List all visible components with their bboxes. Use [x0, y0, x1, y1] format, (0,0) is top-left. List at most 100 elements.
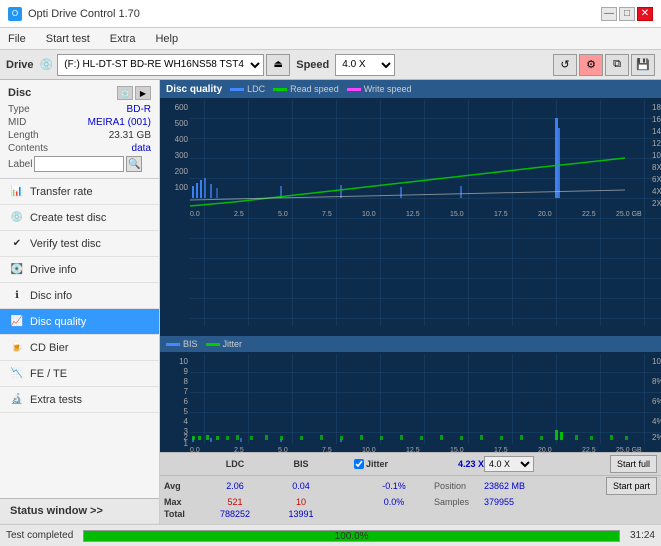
svg-text:1: 1: [184, 439, 189, 448]
svg-text:7.5: 7.5: [322, 211, 332, 218]
nav-status-window[interactable]: Status window >>: [0, 498, 159, 524]
svg-text:10X: 10X: [652, 151, 661, 160]
svg-text:17.5: 17.5: [494, 211, 508, 218]
copy-button[interactable]: ⧉: [605, 54, 629, 76]
legend-ldc: LDC: [230, 84, 265, 94]
close-button[interactable]: ✕: [637, 7, 653, 21]
status-bar: Test completed 100.0% 31:24: [0, 524, 661, 546]
nav-fe-te-label: FE / TE: [30, 368, 67, 380]
jitter-checkbox[interactable]: [354, 459, 364, 469]
samples-label: Samples: [434, 497, 484, 507]
menu-help[interactable]: Help: [151, 31, 182, 47]
disc-label-input[interactable]: [34, 156, 124, 172]
disc-icon-2[interactable]: ▶: [135, 86, 151, 100]
svg-text:18X: 18X: [652, 103, 661, 112]
svg-text:100: 100: [175, 183, 189, 192]
nav-extra-tests-label: Extra tests: [30, 394, 82, 406]
menu-file[interactable]: File: [4, 31, 30, 47]
main-layout: Disc 💿 ▶ Type BD-R MID MEIRA1 (001) Leng…: [0, 80, 661, 524]
chart-legend-top: LDC Read speed Write speed: [230, 84, 411, 94]
nav-extra-tests[interactable]: 🔬 Extra tests: [0, 387, 159, 413]
menu-start-test[interactable]: Start test: [42, 31, 94, 47]
svg-text:2.5: 2.5: [234, 211, 244, 218]
svg-text:7.5: 7.5: [322, 447, 332, 452]
max-jitter: 0.0%: [354, 497, 434, 507]
jitter-header-container: Jitter: [354, 459, 434, 469]
legend-read-speed: Read speed: [273, 84, 339, 94]
disc-length-label: Length: [8, 130, 39, 141]
disc-section: Disc 💿 ▶ Type BD-R MID MEIRA1 (001) Leng…: [0, 80, 159, 179]
svg-text:8X: 8X: [652, 163, 661, 172]
drive-bar: Drive 💿 (F:) HL-DT-ST BD-RE WH16NS58 TST…: [0, 50, 661, 80]
svg-text:4X: 4X: [652, 187, 661, 196]
avg-ldc: 2.06: [202, 481, 268, 491]
bis-color: [166, 343, 180, 346]
speed-target-select[interactable]: 4.0 X: [484, 456, 534, 472]
svg-text:10.0: 10.0: [362, 211, 376, 218]
create-test-disc-icon: 💿: [10, 211, 24, 225]
nav-cd-bier-label: CD Bier: [30, 342, 69, 354]
nav-fe-te[interactable]: 📉 FE / TE: [0, 361, 159, 387]
disc-section-title: Disc: [8, 87, 31, 99]
svg-text:6: 6: [184, 397, 189, 406]
write-speed-color: [347, 88, 361, 91]
disc-quality-icon: 📈: [10, 315, 24, 329]
avg-jitter: -0.1%: [354, 481, 434, 491]
title-bar: O Opti Drive Control 1.70 — □ ✕: [0, 0, 661, 28]
save-button[interactable]: 💾: [631, 54, 655, 76]
disc-type-label: Type: [8, 104, 30, 115]
eject-button[interactable]: ⏏: [266, 54, 290, 76]
nav-verify-test-disc[interactable]: ✔ Verify test disc: [0, 231, 159, 257]
chart-title-bar: Disc quality LDC Read speed Write speed: [160, 80, 661, 98]
disc-label-label: Label: [8, 159, 32, 170]
drive-info-icon: 💽: [10, 263, 24, 277]
settings-button[interactable]: ⚙: [579, 54, 603, 76]
speed-label: Speed: [296, 59, 329, 71]
svg-text:15.0: 15.0: [450, 447, 464, 452]
nav-disc-quality[interactable]: 📈 Disc quality: [0, 309, 159, 335]
nav-disc-info[interactable]: ℹ Disc info: [0, 283, 159, 309]
disc-icon-1[interactable]: 💿: [117, 86, 133, 100]
nav-create-test-disc[interactable]: 💿 Create test disc: [0, 205, 159, 231]
svg-text:12.5: 12.5: [406, 211, 420, 218]
disc-label-button[interactable]: 🔍: [126, 156, 142, 172]
svg-text:5.0: 5.0: [278, 447, 288, 452]
maximize-button[interactable]: □: [619, 7, 635, 21]
svg-text:300: 300: [175, 151, 189, 160]
refresh-button[interactable]: ↺: [553, 54, 577, 76]
disc-label-row: Label 🔍: [8, 156, 151, 172]
stats-max-row: Max 521 10 0.0% Samples 379955: [160, 496, 661, 508]
drive-select[interactable]: (F:) HL-DT-ST BD-RE WH16NS58 TST4: [57, 54, 264, 76]
progress-text: 100.0%: [84, 531, 619, 543]
svg-text:400: 400: [175, 135, 189, 144]
svg-text:2.5: 2.5: [234, 447, 244, 452]
jitter-header-label: Jitter: [366, 459, 388, 469]
svg-text:8: 8: [184, 377, 189, 386]
start-full-button[interactable]: Start full: [610, 455, 657, 473]
speed-select[interactable]: 4.0 X: [335, 54, 395, 76]
svg-text:5.0: 5.0: [278, 211, 288, 218]
nav-verify-test-disc-label: Verify test disc: [30, 238, 101, 250]
nav-drive-info[interactable]: 💽 Drive info: [0, 257, 159, 283]
nav-transfer-rate[interactable]: 📊 Transfer rate: [0, 179, 159, 205]
elapsed-time: 31:24: [630, 530, 655, 541]
disc-type-row: Type BD-R: [8, 104, 151, 115]
nav-disc-info-label: Disc info: [30, 290, 72, 302]
legend-read-speed-label: Read speed: [290, 84, 339, 94]
menu-extra[interactable]: Extra: [106, 31, 140, 47]
svg-text:10: 10: [179, 357, 188, 366]
ldc-header: LDC: [202, 459, 268, 469]
total-bis: 13991: [268, 509, 334, 519]
bis-header: BIS: [268, 459, 334, 469]
start-part-button[interactable]: Start part: [606, 477, 657, 495]
svg-text:4: 4: [184, 417, 189, 426]
nav-cd-bier[interactable]: 🍺 CD Bier: [0, 335, 159, 361]
verify-test-disc-icon: ✔: [10, 237, 24, 251]
disc-type-value: BD-R: [127, 104, 151, 115]
minimize-button[interactable]: —: [601, 7, 617, 21]
legend-bis: BIS: [166, 339, 198, 349]
window-controls[interactable]: — □ ✕: [601, 7, 653, 21]
nav-drive-info-label: Drive info: [30, 264, 76, 276]
max-ldc: 521: [202, 497, 268, 507]
max-bis: 10: [268, 497, 334, 507]
